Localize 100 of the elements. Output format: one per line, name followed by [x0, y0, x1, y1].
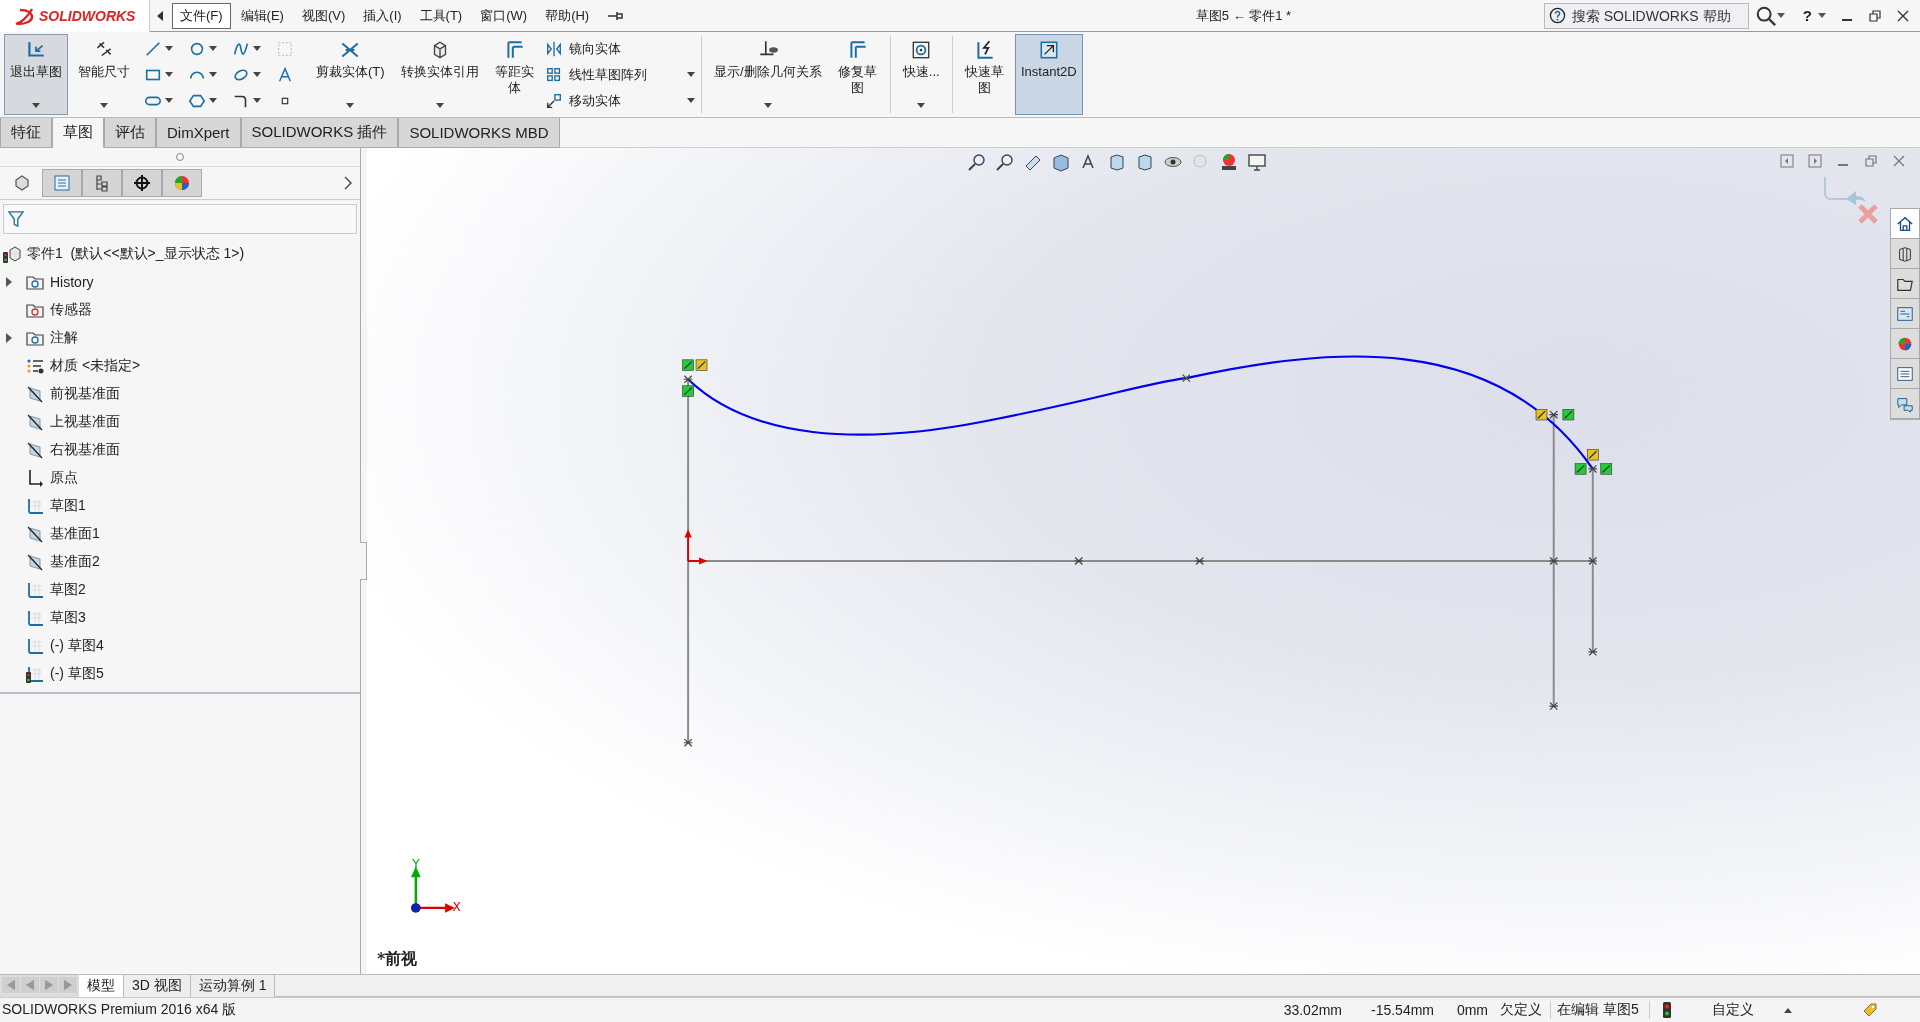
- sketch-point-marker[interactable]: [1073, 556, 1084, 566]
- tree-item[interactable]: (-) 草图4: [0, 632, 360, 660]
- tree-item[interactable]: 上视基准面: [0, 408, 360, 436]
- tree-item[interactable]: 零件1 (默认<<默认>_显示状态 1>): [0, 240, 360, 268]
- sketch-point-marker[interactable]: [1181, 373, 1192, 383]
- menu-item[interactable]: 工具(T): [411, 2, 471, 29]
- sketch-line[interactable]: [1552, 413, 1555, 708]
- sketch-point-marker[interactable]: [1548, 556, 1559, 566]
- sketch-point-marker[interactable]: [1194, 556, 1205, 566]
- ribbon-button[interactable]: 快速...: [896, 34, 946, 115]
- collapse-arrow-icon[interactable]: [156, 9, 164, 22]
- zoom-area-icon[interactable]: [995, 152, 1015, 172]
- tree-item[interactable]: (-) 草图5: [0, 660, 360, 688]
- graphics-area[interactable]: Y X *前视: [367, 148, 1920, 974]
- ribbon-button[interactable]: 线性草图阵列: [544, 62, 695, 87]
- sketch-point-marker[interactable]: [1548, 410, 1559, 419]
- tree-item[interactable]: 前视基准面: [0, 380, 360, 408]
- home-icon[interactable]: [1891, 209, 1919, 239]
- expand-arrow-icon[interactable]: [6, 277, 12, 287]
- tag-icon[interactable]: [1861, 1002, 1878, 1018]
- view-settings-icon[interactable]: [1247, 152, 1267, 172]
- caret-icon[interactable]: [1776, 13, 1785, 18]
- expand-arrow-icon[interactable]: [6, 333, 12, 343]
- help-button[interactable]: ?: [1802, 7, 1812, 24]
- menu-item[interactable]: 帮助(H): [537, 2, 598, 29]
- menu-item[interactable]: 窗口(W): [472, 2, 536, 29]
- caret-icon[interactable]: [100, 103, 108, 108]
- ribbon-button[interactable]: 等距实体: [488, 34, 541, 115]
- panel-collapse-handle[interactable]: [360, 542, 367, 580]
- tree-item[interactable]: 草图3: [0, 604, 360, 632]
- tree-item[interactable]: 右视基准面: [0, 436, 360, 464]
- search-icon[interactable]: [1754, 4, 1777, 27]
- caret-icon[interactable]: [1818, 13, 1826, 18]
- command-tab[interactable]: DimXpert: [156, 118, 241, 148]
- relation-icon[interactable]: [695, 359, 708, 371]
- command-tab[interactable]: 评估: [104, 118, 156, 148]
- relation-icon[interactable]: [682, 385, 694, 397]
- menu-item[interactable]: 视图(V): [293, 2, 354, 29]
- tree-item[interactable]: 基准面2: [0, 548, 360, 576]
- caret-icon[interactable]: [1783, 1007, 1792, 1013]
- command-tab[interactable]: SOLIDWORKS MBD: [398, 118, 560, 148]
- ribbon-button[interactable]: 快速草图: [958, 34, 1011, 115]
- caret-icon[interactable]: [917, 103, 926, 108]
- caret-icon[interactable]: [435, 103, 444, 108]
- ribbon-button[interactable]: 显示/删除几何关系: [707, 34, 828, 115]
- menu-item[interactable]: 插入(I): [355, 2, 410, 29]
- relation-icon[interactable]: [1600, 463, 1612, 475]
- text-tool-icon[interactable]: [276, 65, 294, 84]
- menu-item[interactable]: 文件(F): [172, 2, 231, 29]
- filter-field[interactable]: [3, 204, 357, 234]
- relation-icon[interactable]: [1587, 449, 1599, 461]
- tree-item[interactable]: 传感器: [0, 296, 360, 324]
- caret-icon[interactable]: [686, 98, 695, 103]
- ribbon-button[interactable]: 转换实体引用: [394, 34, 485, 115]
- sketch-line[interactable]: [1591, 468, 1594, 653]
- relation-icon[interactable]: [1562, 409, 1575, 421]
- restore-icon[interactable]: [1864, 154, 1878, 168]
- restore-icon[interactable]: [1868, 8, 1882, 23]
- ribbon-button[interactable]: 移动实体: [544, 88, 695, 113]
- tree-item[interactable]: 材质 <未指定>: [0, 352, 360, 380]
- tile-right-icon[interactable]: [1808, 154, 1822, 168]
- ribbon-button[interactable]: 镜向实体: [544, 36, 695, 61]
- search-field[interactable]: 搜索 SOLIDWORKS 帮助: [1543, 2, 1749, 29]
- tree-item[interactable]: 草图1: [0, 492, 360, 520]
- ribbon-button[interactable]: 退出草图: [4, 34, 68, 115]
- relation-icon[interactable]: [682, 359, 694, 371]
- panel-tab[interactable]: [122, 169, 162, 197]
- tree-item[interactable]: 草图2: [0, 576, 360, 604]
- pin-icon[interactable]: [607, 10, 624, 21]
- sketch-point-marker[interactable]: [1548, 702, 1559, 711]
- tree-item[interactable]: 注解: [0, 324, 360, 352]
- sketch-line[interactable]: [687, 378, 690, 744]
- caret-icon[interactable]: [763, 103, 772, 108]
- sketch-point-marker[interactable]: [683, 375, 693, 384]
- command-tab[interactable]: SOLIDWORKS 插件: [240, 118, 399, 148]
- caret-icon[interactable]: [686, 72, 695, 77]
- ribbon-button[interactable]: 修复草图: [831, 34, 884, 115]
- command-tab[interactable]: 草图: [52, 118, 104, 148]
- caret-icon[interactable]: [346, 103, 355, 108]
- model-view-tab[interactable]: 模型: [79, 975, 124, 997]
- caret-icon[interactable]: [32, 103, 40, 108]
- units-selector[interactable]: 自定义: [1711, 1001, 1754, 1019]
- ribbon-button[interactable]: 智能尺寸: [72, 34, 136, 115]
- spline-curve[interactable]: [687, 355, 1594, 470]
- tree-item[interactable]: 原点: [0, 464, 360, 492]
- tile-left-icon[interactable]: [1780, 154, 1794, 168]
- command-tab[interactable]: 特征: [0, 118, 52, 148]
- sketch-point-marker[interactable]: [1587, 464, 1598, 474]
- sketch-point-marker[interactable]: [683, 738, 693, 747]
- menu-item[interactable]: 编辑(E): [232, 2, 292, 29]
- ribbon-button[interactable]: Instant2D: [1014, 34, 1083, 115]
- sketch-point-marker[interactable]: [1587, 556, 1598, 566]
- chevron-right-icon[interactable]: [344, 176, 352, 190]
- zoom-fit-icon[interactable]: [967, 152, 987, 172]
- relation-icon[interactable]: [1574, 463, 1587, 475]
- ribbon-button[interactable]: 剪裁实体(T): [310, 34, 391, 115]
- tree-item[interactable]: History: [0, 268, 360, 296]
- sketch-point-marker[interactable]: [1587, 647, 1598, 656]
- relation-icon[interactable]: [1535, 409, 1548, 421]
- close-icon[interactable]: [1896, 8, 1910, 23]
